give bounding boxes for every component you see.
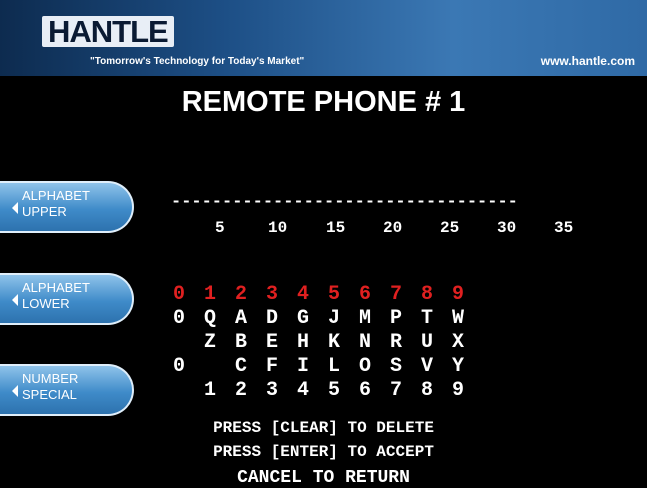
header-banner: HANTLE "Tomorrow's Technology for Today'… xyxy=(0,0,647,76)
keypad-char: V xyxy=(420,355,433,378)
tick-label: 10 xyxy=(268,219,288,237)
keypad-char: O xyxy=(358,355,371,378)
page-title: REMOTE PHONE # 1 xyxy=(181,86,466,118)
keypad-char: F xyxy=(265,355,278,378)
button-label: ALPHABET LOWER xyxy=(22,280,90,311)
hantle-logo: HANTLE xyxy=(42,16,174,47)
keypad-char: P xyxy=(389,307,402,330)
phone-entry-field[interactable]: ---------------------------------- xyxy=(171,193,518,212)
keypad-char: 4 xyxy=(296,379,309,402)
keypad-char: 0 xyxy=(172,355,185,378)
left-arrow-icon xyxy=(12,294,18,306)
column-digit: 8 xyxy=(420,283,433,306)
keypad-char: Y xyxy=(451,355,464,378)
tick-label: 25 xyxy=(440,219,460,237)
keypad-char: 3 xyxy=(265,379,278,402)
website-url: www.hantle.com xyxy=(540,54,635,68)
column-digit: 2 xyxy=(234,283,247,306)
clear-instruction: PRESS [CLEAR] TO DELETE xyxy=(213,419,434,437)
enter-instruction: PRESS [ENTER] TO ACCEPT xyxy=(213,443,434,461)
column-digit: 7 xyxy=(389,283,402,306)
keypad-char: 8 xyxy=(420,379,433,402)
left-arrow-icon xyxy=(12,202,18,214)
column-digit: 6 xyxy=(358,283,371,306)
keypad-char: X xyxy=(451,331,464,354)
keypad-char: T xyxy=(420,307,433,330)
alphabet-upper-button[interactable]: ALPHABET UPPER xyxy=(0,181,134,233)
keypad-char: H xyxy=(296,331,309,354)
left-arrow-icon xyxy=(12,385,18,397)
keypad-char: L xyxy=(327,355,340,378)
alphabet-lower-button[interactable]: ALPHABET LOWER xyxy=(0,273,134,325)
tick-label: 20 xyxy=(383,219,403,237)
tick-label: 35 xyxy=(554,219,574,237)
keypad-char: R xyxy=(389,331,402,354)
column-digit: 4 xyxy=(296,283,309,306)
tick-label: 15 xyxy=(326,219,346,237)
button-label: ALPHABET UPPER xyxy=(22,188,90,219)
keypad-char: Q xyxy=(203,307,216,330)
keypad-char: 5 xyxy=(327,379,340,402)
keypad-char: N xyxy=(358,331,371,354)
keypad-char: C xyxy=(234,355,247,378)
keypad-char: K xyxy=(327,331,340,354)
column-digit: 0 xyxy=(172,283,185,306)
keypad-char: 9 xyxy=(451,379,464,402)
column-digit: 1 xyxy=(203,283,216,306)
keypad-char: 0 xyxy=(172,307,185,330)
button-label: NUMBER SPECIAL xyxy=(22,371,79,402)
keypad-char: I xyxy=(296,355,309,378)
keypad-char: B xyxy=(234,331,247,354)
keypad-char: G xyxy=(296,307,309,330)
keypad-char: 7 xyxy=(389,379,402,402)
keypad-char: 2 xyxy=(234,379,247,402)
tick-label: 30 xyxy=(497,219,517,237)
column-digit: 9 xyxy=(451,283,464,306)
tagline: "Tomorrow's Technology for Today's Marke… xyxy=(90,56,305,67)
column-digit: 5 xyxy=(327,283,340,306)
column-digit: 3 xyxy=(265,283,278,306)
keypad-char: U xyxy=(420,331,433,354)
keypad-char: S xyxy=(389,355,402,378)
number-special-button[interactable]: NUMBER SPECIAL xyxy=(0,364,134,416)
keypad-char: D xyxy=(265,307,278,330)
keypad-char: Z xyxy=(203,331,216,354)
keypad-char: M xyxy=(358,307,371,330)
cancel-instruction: CANCEL TO RETURN xyxy=(237,468,410,488)
keypad-char: A xyxy=(234,307,247,330)
keypad-char: W xyxy=(451,307,464,330)
keypad-char: 6 xyxy=(358,379,371,402)
keypad-char: J xyxy=(327,307,340,330)
keypad-char: E xyxy=(265,331,278,354)
tick-label: 5 xyxy=(215,219,225,237)
keypad-char: 1 xyxy=(203,379,216,402)
